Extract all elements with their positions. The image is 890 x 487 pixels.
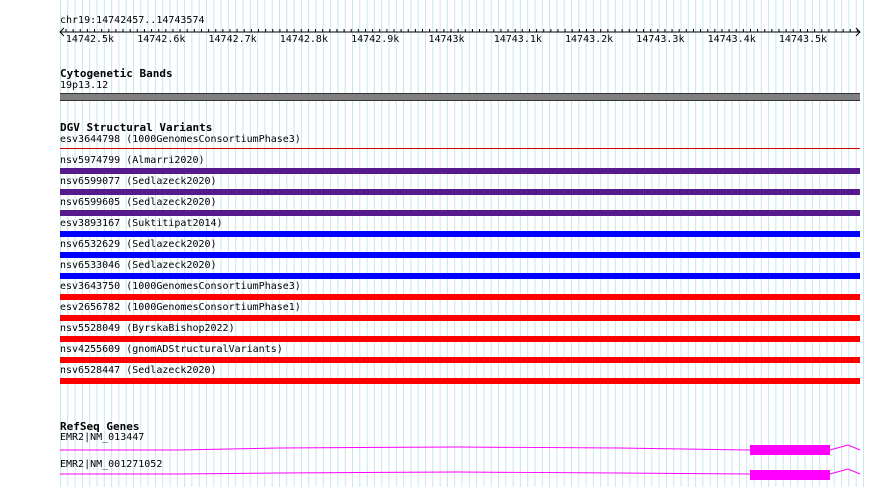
ruler-tick-label: 14743.5k: [778, 34, 828, 45]
refseq-transcript-model[interactable]: [58, 440, 866, 458]
dgv-feature-bar[interactable]: [60, 148, 860, 149]
dgv-feature-label: nsv6532629 (Sedlazeck2020): [60, 239, 217, 250]
dgv-feature-label: nsv6599605 (Sedlazeck2020): [60, 197, 217, 208]
dgv-feature-bar[interactable]: [60, 294, 860, 300]
dgv-feature-label: esv3644798 (1000GenomesConsortiumPhase3): [60, 134, 301, 145]
ruler-tick-label: 14742.5k: [65, 34, 115, 45]
ruler-tick-label: 14743.4k: [707, 34, 756, 45]
ruler-tick-label: 14742.9k: [351, 34, 400, 45]
dgv-feature-label: nsv5974799 (Almarri2020): [60, 155, 205, 166]
dgv-feature-bar[interactable]: [60, 231, 860, 237]
ruler-tick-label: 14742.8k: [279, 34, 328, 45]
dgv-feature-label: nsv4255609 (gnomADStructuralVariants): [60, 344, 283, 355]
dgv-feature-label: esv3893167 (Suktitipat2014): [60, 218, 223, 229]
dgv-feature-bar[interactable]: [60, 168, 860, 174]
cytoband-track-title[interactable]: Cytogenetic Bands: [60, 67, 173, 80]
dgv-feature-bar[interactable]: [60, 336, 860, 342]
dgv-feature-bar[interactable]: [60, 357, 860, 363]
cytoband-label: 19p13.12: [60, 80, 109, 91]
ruler-tick-label: 14743.2k: [565, 34, 614, 45]
dgv-feature-label: nsv6528447 (Sedlazeck2020): [60, 365, 217, 376]
dgv-feature-bar[interactable]: [60, 315, 860, 321]
ruler-tick-label: 14743.3k: [636, 34, 685, 45]
dgv-feature-label: esv3643750 (1000GenomesConsortiumPhase3): [60, 281, 301, 292]
refseq-transcript-model[interactable]: [58, 466, 866, 484]
dgv-feature-bar[interactable]: [60, 273, 860, 279]
ruler-tick-label: 14742.6k: [137, 34, 186, 45]
ruler-tick-label: 14743.1k: [493, 34, 542, 45]
dgv-track-title[interactable]: DGV Structural Variants: [60, 121, 212, 134]
dgv-feature-label: nsv6599077 (Sedlazeck2020): [60, 176, 217, 187]
dgv-feature-label: nsv6533046 (Sedlazeck2020): [60, 260, 217, 271]
dgv-feature-bar[interactable]: [60, 189, 860, 195]
cytoband-bar[interactable]: [60, 93, 860, 101]
dgv-feature-bar[interactable]: [60, 210, 860, 216]
dgv-feature-label: nsv5528049 (ByrskaBishop2022): [60, 323, 235, 334]
dgv-feature-bar[interactable]: [60, 378, 860, 384]
ruler-tick-label: 14743k: [428, 34, 465, 45]
ruler-tick-label: 14742.7k: [208, 34, 257, 45]
dgv-feature-label: esv2656782 (1000GenomesConsortiumPhase1): [60, 302, 301, 313]
dgv-feature-bar[interactable]: [60, 252, 860, 258]
